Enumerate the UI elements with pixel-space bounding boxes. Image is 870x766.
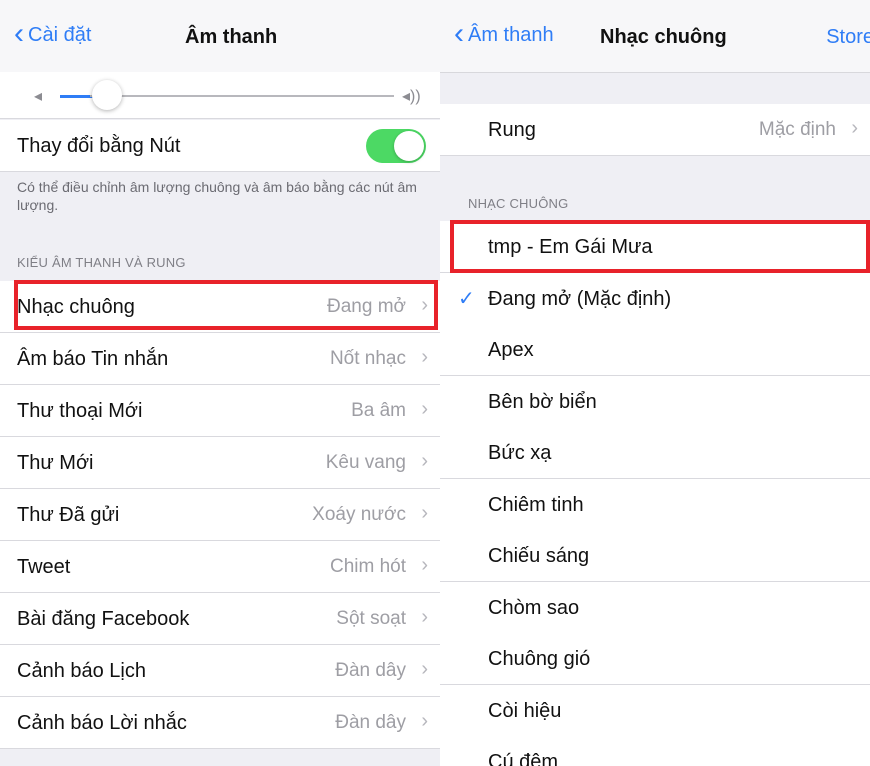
chevron-right-icon: ›	[421, 502, 428, 524]
sound-setting-row[interactable]: Thư Đã gửi Xoáy nước ›	[0, 489, 440, 541]
sound-setting-label: Cảnh báo Lịch	[17, 660, 146, 682]
store-button[interactable]: Store	[826, 26, 870, 49]
change-with-buttons-toggle[interactable]	[366, 129, 426, 163]
chevron-left-icon: ‹	[454, 16, 464, 50]
speaker-high-icon: ◂))	[402, 88, 421, 105]
ringtone-label: Cú đêm	[488, 751, 559, 766]
highlight-box-ringtone	[14, 280, 438, 330]
sound-setting-value: Chim hót	[329, 556, 406, 577]
ringtone-label: Đang mở (Mặc định)	[488, 287, 672, 310]
ringtone-row[interactable]: Bức xạ	[440, 427, 870, 479]
chevron-right-icon: ›	[421, 710, 428, 732]
sound-setting-label: Âm báo Tin nhắn	[17, 348, 169, 370]
chevron-right-icon: ›	[851, 117, 858, 139]
change-with-buttons-label: Thay đổi bằng Nút	[17, 135, 181, 157]
chevron-right-icon: ›	[421, 606, 428, 628]
toggle-knob	[394, 131, 424, 161]
sound-setting-row[interactable]: Bài đăng Facebook Sột soạt ›	[0, 593, 440, 645]
volume-slider-thumb[interactable]	[91, 80, 122, 110]
chevron-right-icon: ›	[421, 398, 428, 420]
checkmark-icon: ✓	[458, 287, 475, 310]
sound-setting-label: Thư Mới	[17, 452, 94, 474]
vibration-row[interactable]: Rung Mặc định ›	[440, 104, 870, 156]
ringtone-panel: ‹ Âm thanh Nhạc chuông Store Rung Mặc đị…	[440, 0, 870, 766]
ringtone-label: Chiêm tinh	[488, 493, 584, 516]
back-label: Cài đặt	[28, 24, 92, 46]
navbar-ringtone: ‹ Âm thanh Nhạc chuông Store	[440, 0, 870, 73]
ringtone-row[interactable]: Bên bờ biển	[440, 375, 870, 428]
chevron-right-icon: ›	[421, 450, 428, 472]
ringtone-label: Chiếu sáng	[488, 545, 590, 567]
ringtone-label: Apex	[488, 339, 534, 361]
ringtone-label: Bên bờ biển	[488, 390, 597, 413]
sound-setting-row[interactable]: Âm báo Tin nhắn Nốt nhạc ›	[0, 333, 440, 385]
ringtone-row[interactable]: Cú đêm	[440, 736, 870, 766]
sound-setting-label: Tweet	[17, 556, 71, 578]
sound-settings-panel: ‹ Cài đặt Âm thanh ◂ ◂)) Thay đổi bằng N…	[0, 0, 440, 766]
ringtone-row[interactable]: Chiêm tinh	[440, 478, 870, 531]
sound-setting-row[interactable]: Cảnh báo Lịch Đàn dây ›	[0, 645, 440, 697]
ringtone-row[interactable]: Chòm sao	[440, 581, 870, 634]
chevron-right-icon: ›	[421, 346, 428, 368]
sound-setting-label: Bài đăng Facebook	[17, 608, 190, 630]
volume-footer-note: Có thể điều chỉnh âm lượng chuông và âm …	[17, 179, 417, 213]
chevron-right-icon: ›	[421, 554, 428, 576]
change-with-buttons-row: Thay đổi bằng Nút	[0, 120, 440, 172]
sound-setting-value: Xoáy nước	[312, 504, 406, 525]
ringtone-label: Bức xạ	[488, 442, 552, 464]
sound-setting-value: Đàn dây	[335, 660, 406, 681]
sound-setting-label: Thư thoại Mới	[17, 400, 143, 422]
ringtone-label: Chòm sao	[488, 596, 580, 619]
speaker-low-icon: ◂	[34, 88, 43, 105]
ringtone-row[interactable]: Chiếu sáng	[440, 530, 870, 582]
ringtone-row[interactable]: Apex	[440, 324, 870, 376]
sound-setting-label: Thư Đã gửi	[17, 504, 120, 526]
sound-setting-value: Kêu vang	[325, 452, 406, 473]
sound-setting-row[interactable]: Cảnh báo Lời nhắc Đàn dây ›	[0, 697, 440, 749]
ringtone-label: Còi hiệu	[488, 699, 562, 722]
sound-setting-value: Sột soạt	[336, 608, 406, 629]
navbar-sound: ‹ Cài đặt Âm thanh	[0, 0, 440, 73]
highlight-box-custom-ringtone	[450, 220, 870, 273]
ringtone-row[interactable]: Còi hiệu	[440, 684, 870, 737]
sound-setting-row[interactable]: Tweet Chim hót ›	[0, 541, 440, 593]
sound-setting-label: Cảnh báo Lời nhắc	[17, 712, 187, 734]
page-title: Âm thanh	[185, 26, 278, 48]
ringtone-row[interactable]: ✓ Đang mở (Mặc định)	[440, 272, 870, 325]
volume-slider-row: ◂ ◂))	[0, 72, 440, 119]
chevron-left-icon: ‹	[14, 16, 24, 50]
sound-setting-row[interactable]: Thư thoại Mới Ba âm ›	[0, 385, 440, 437]
sound-setting-row[interactable]: Thư Mới Kêu vang ›	[0, 437, 440, 489]
sound-setting-value: Nốt nhạc	[329, 348, 406, 369]
chevron-right-icon: ›	[421, 658, 428, 680]
back-to-sound-button[interactable]: ‹ Âm thanh	[454, 16, 554, 50]
section-header-sounds: KIỂU ÂM THANH VÀ RUNG	[17, 255, 186, 270]
sound-setting-value: Ba âm	[351, 400, 406, 421]
back-label: Âm thanh	[468, 24, 554, 46]
volume-track[interactable]	[90, 95, 394, 97]
vibration-label: Rung	[488, 119, 536, 141]
sound-setting-value: Đàn dây	[335, 712, 406, 733]
page-title: Nhạc chuông	[600, 26, 727, 48]
section-header-ringtones: NHẠC CHUÔNG	[468, 196, 569, 211]
vibration-value: Mặc định	[758, 119, 836, 140]
screenshot: ‹ Cài đặt Âm thanh ◂ ◂)) Thay đổi bằng N…	[0, 0, 870, 766]
ringtone-label: Chuông gió	[488, 648, 591, 670]
back-to-settings-button[interactable]: ‹ Cài đặt	[14, 16, 92, 50]
ringtone-row[interactable]: Chuông gió	[440, 633, 870, 685]
